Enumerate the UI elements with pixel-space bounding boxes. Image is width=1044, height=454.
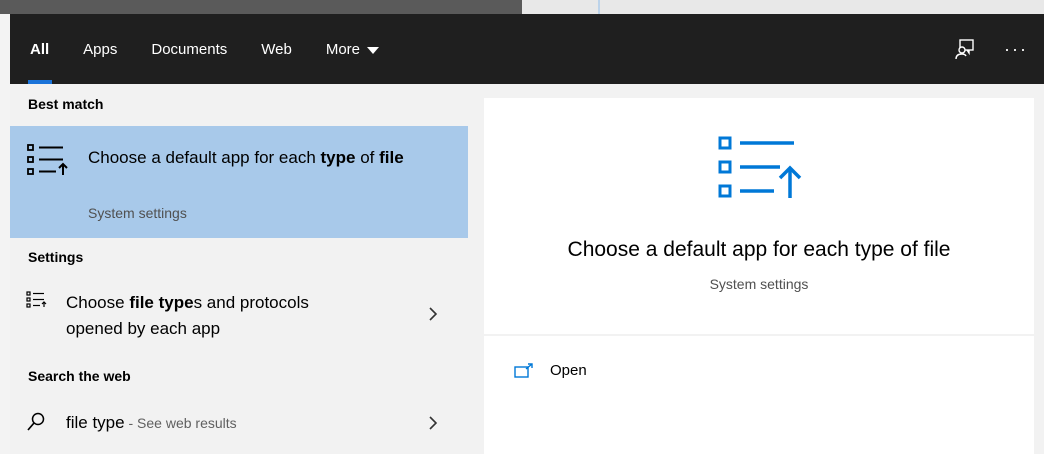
- tab-all-label: All: [30, 40, 50, 58]
- web-result-query: file type: [66, 413, 125, 432]
- more-options-button[interactable]: ···: [1004, 39, 1028, 60]
- search-web-header: Search the web: [28, 368, 131, 384]
- desktop-background: [0, 0, 1044, 14]
- search-icon: [26, 412, 46, 437]
- best-match-subtitle: System settings: [88, 205, 187, 221]
- best-match-header: Best match: [28, 96, 104, 112]
- background-divider: [598, 0, 600, 14]
- web-result-text: file type - See web results: [66, 410, 237, 436]
- settings-result[interactable]: Choose file types and protocols opened b…: [10, 286, 468, 346]
- tab-apps-label: Apps: [83, 40, 118, 58]
- settings-result-text: Choose file types and protocols opened b…: [66, 290, 309, 342]
- feedback-icon: [955, 39, 974, 60]
- open-label: Open: [550, 362, 587, 379]
- feedback-button[interactable]: [954, 38, 976, 60]
- tab-documents[interactable]: Documents: [151, 14, 227, 84]
- default-apps-list-icon: [718, 134, 802, 209]
- more-options-icon: ···: [1004, 38, 1028, 59]
- best-match-title: Choose a default app for each type of fi…: [88, 144, 418, 171]
- search-tabs: All Apps Documents Web More: [27, 14, 413, 84]
- tab-more[interactable]: More: [325, 14, 380, 84]
- background-window: [0, 0, 522, 14]
- default-apps-list-icon: [26, 291, 48, 314]
- tab-documents-label: Documents: [151, 40, 228, 58]
- best-match-result[interactable]: Choose a default app for each type of fi…: [10, 126, 468, 238]
- best-match-title-highlight: type: [320, 148, 356, 167]
- tab-apps[interactable]: Apps: [83, 14, 117, 84]
- header-actions: ···: [926, 14, 1028, 84]
- results-list: Best match Choose a default app for each…: [10, 84, 468, 454]
- chevron-right-icon: [428, 306, 438, 327]
- tab-web[interactable]: Web: [261, 14, 292, 84]
- preview-pane: Choose a default app for each type of fi…: [484, 98, 1034, 454]
- search-panel: All Apps Documents Web More ··· Best mat…: [10, 14, 1044, 454]
- preview-title: Choose a default app for each type of fi…: [567, 238, 951, 261]
- tab-more-label: More: [325, 40, 361, 58]
- web-result[interactable]: file type - See web results: [10, 406, 468, 440]
- settings-result-text-3: opened by each app: [66, 319, 221, 338]
- best-match-title-highlight-2: file: [379, 148, 404, 167]
- default-apps-list-icon: [26, 142, 72, 187]
- settings-result-text-1: Choose: [66, 293, 130, 312]
- settings-header: Settings: [28, 249, 84, 265]
- open-button[interactable]: Open: [514, 362, 587, 379]
- best-match-title-text: Choose a default app for each: [88, 148, 321, 167]
- tab-all[interactable]: All: [27, 14, 53, 84]
- chevron-down-icon: [367, 46, 380, 54]
- settings-result-highlight: file type: [129, 293, 194, 312]
- open-icon: [514, 362, 533, 378]
- preview-actions: Open: [484, 336, 1034, 454]
- web-result-suffix: - See web results: [124, 415, 237, 431]
- best-match-title-text-2: of: [355, 148, 380, 167]
- settings-result-text-2: s and protocols: [193, 293, 309, 312]
- preview-subtitle: System settings: [709, 276, 809, 292]
- preview-card: Choose a default app for each type of fi…: [484, 98, 1034, 334]
- chevron-right-icon: [428, 415, 438, 436]
- tab-web-label: Web: [261, 40, 292, 58]
- search-header: All Apps Documents Web More ···: [10, 14, 1044, 84]
